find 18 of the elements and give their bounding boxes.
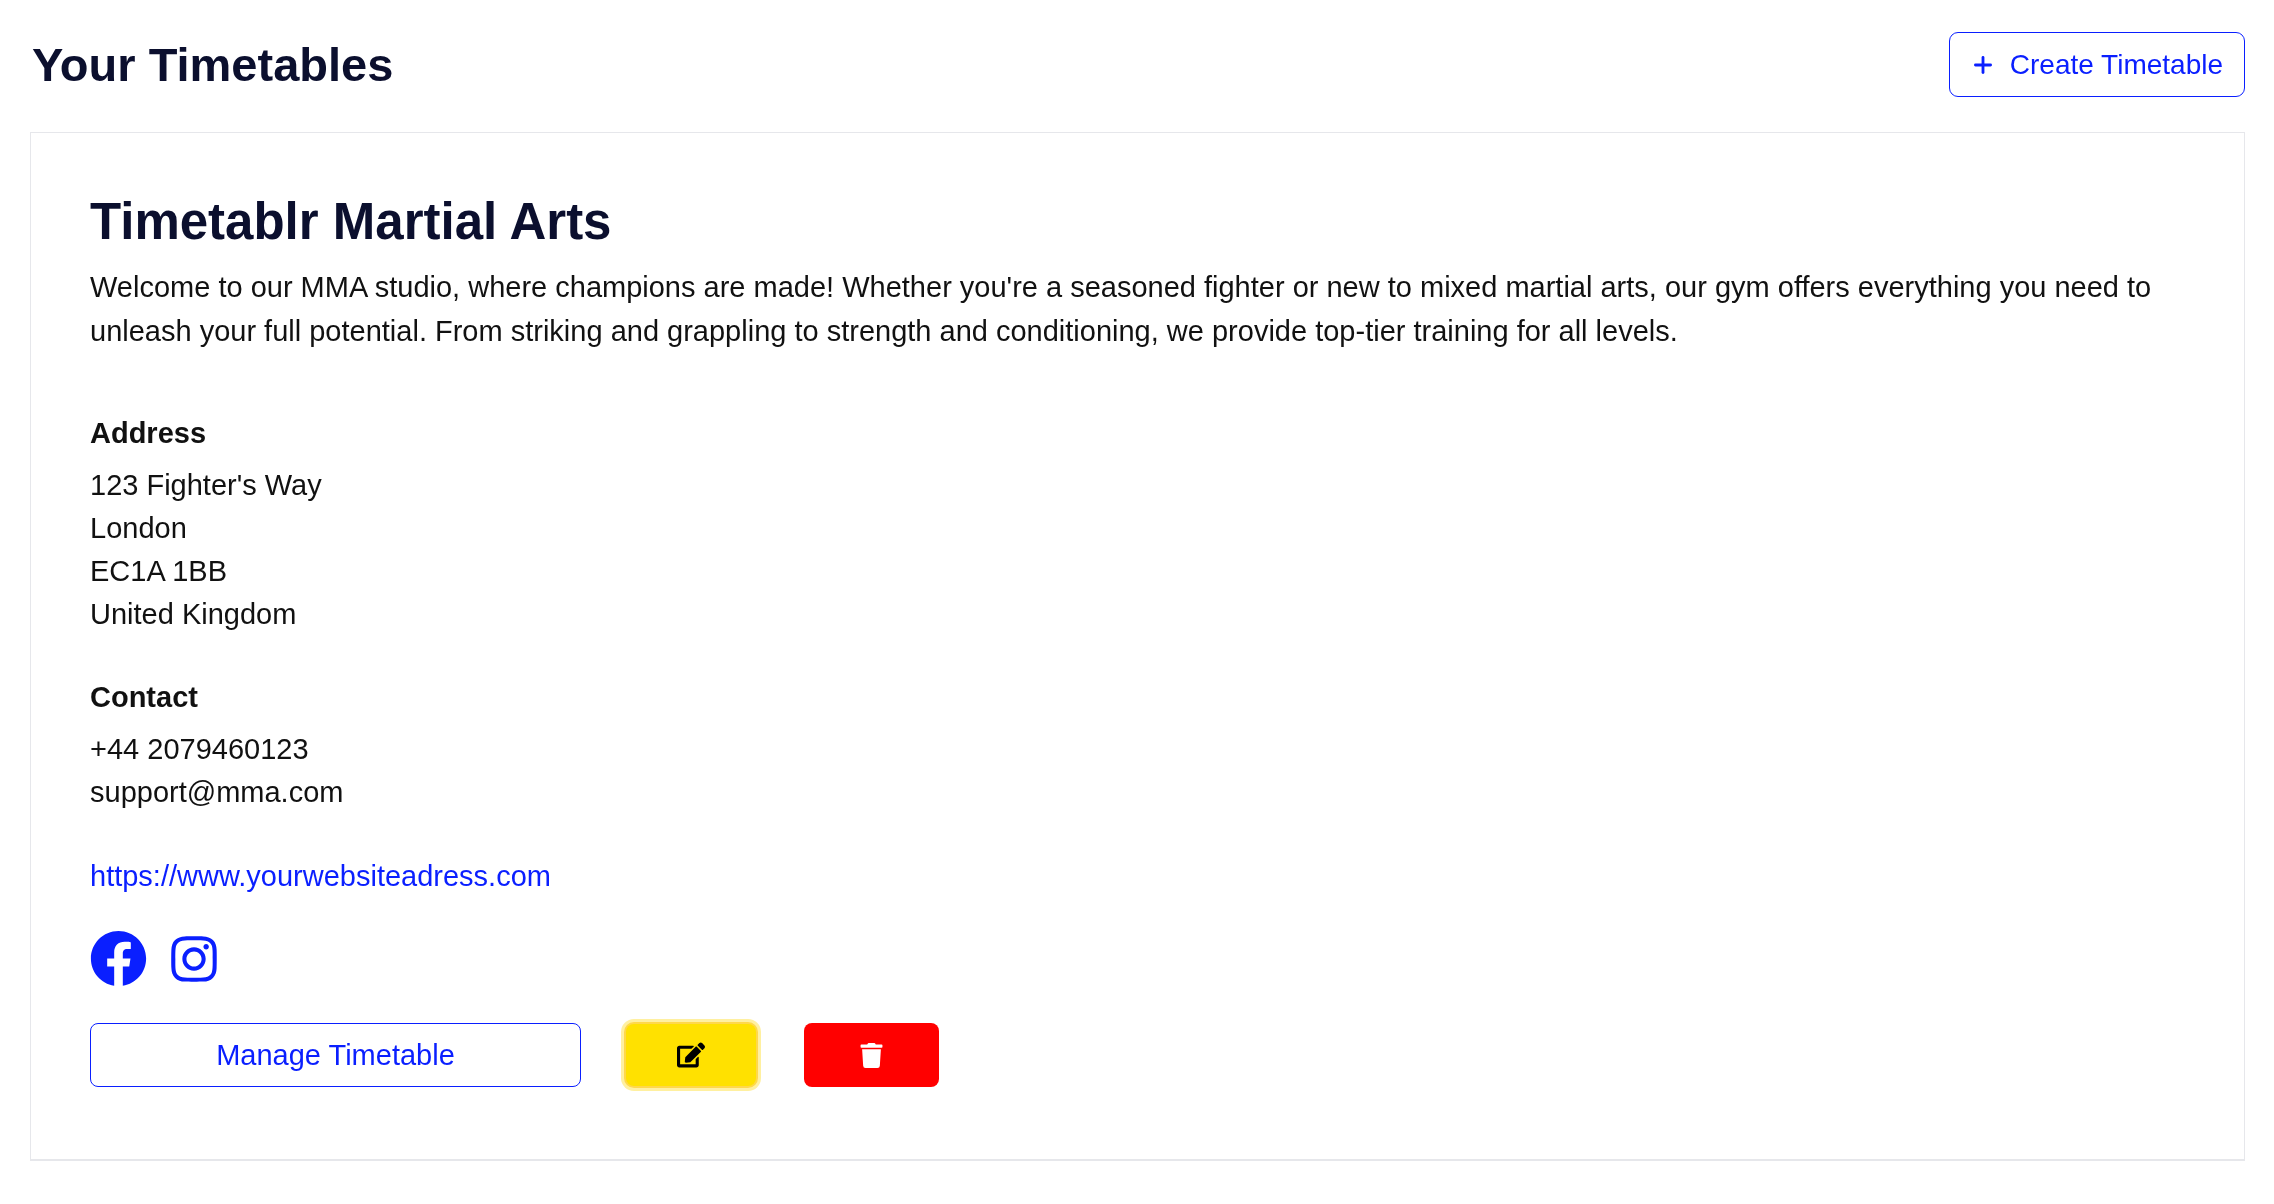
contact-heading: Contact	[90, 680, 198, 715]
timetable-description: Welcome to our MMA studio, where champions are made! Whether you're a seasoned fighter or new to mixed martial arts, our gym offers everything you need to unleash your full potential. From striking and grappling to strength and conditioning, we provide top-tier training for all levels.	[90, 270, 2153, 349]
address-line: London	[90, 511, 187, 546]
contact-line: support@mma.com	[90, 775, 344, 810]
manage-timetable-button[interactable]: Manage Timetable	[90, 1023, 581, 1087]
website-link[interactable]: https://www.yourwebsiteadress.com	[90, 854, 551, 898]
address-heading: Address	[90, 416, 207, 451]
edit-icon	[677, 1041, 705, 1069]
trash-icon	[859, 1042, 884, 1068]
facebook-icon[interactable]	[90, 930, 147, 987]
contact-line: +44 2079460123	[90, 732, 309, 767]
timetable-name: Timetablr Martial Arts	[90, 192, 613, 252]
address-line: 123 Fighter's Way	[90, 468, 322, 503]
address-line: United Kingdom	[90, 597, 297, 632]
delete-button[interactable]	[804, 1023, 939, 1087]
page-title: Your Timetables	[32, 36, 394, 93]
create-timetable-button[interactable]: Create Timetable	[1948, 32, 2245, 97]
address-line: EC1A 1BB	[90, 554, 228, 589]
